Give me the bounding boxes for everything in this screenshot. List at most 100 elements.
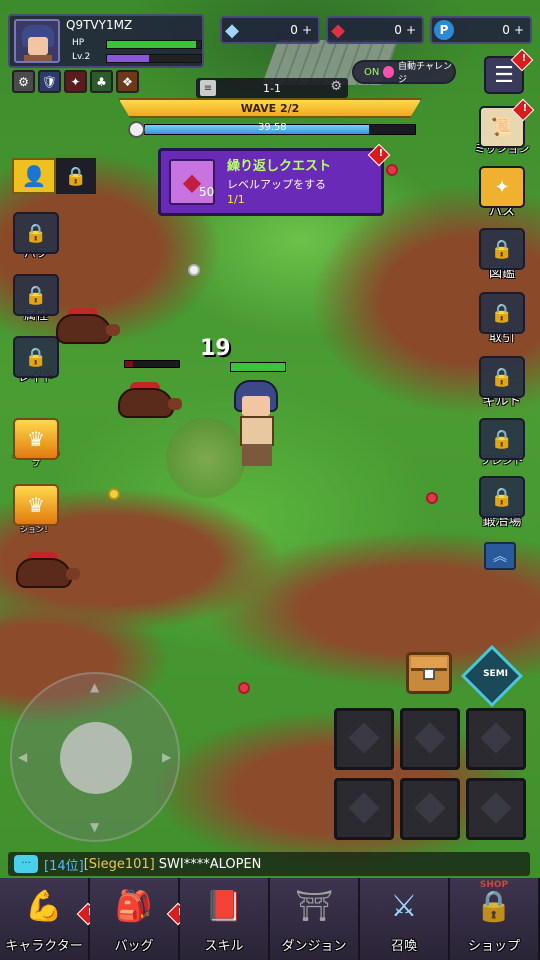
plus-icon[interactable]: + (406, 23, 416, 37)
flower (240, 684, 248, 692)
quest-description: レベルアップをする (227, 178, 326, 191)
wave-banner: WAVE 2/2 (118, 98, 422, 118)
currency-red-gem[interactable]: ◆ 0 + (326, 16, 424, 44)
lock-icon: 🔒 (479, 356, 525, 398)
nav-shop[interactable]: SHOP 🔒 ショップ (450, 878, 540, 960)
repeat-quest-panel[interactable]: ◆ 50 繰り返しクエスト レベルアップをする 1/1 (158, 143, 391, 216)
plus-icon[interactable]: + (302, 23, 312, 37)
skill-slot[interactable] (400, 708, 460, 770)
chat-rank: [14位] (44, 858, 84, 874)
arrow-left-icon: ◀ (18, 750, 28, 764)
stage-name: 1-1 (263, 81, 281, 95)
skill-slot[interactable] (466, 708, 526, 770)
player-profile[interactable]: Q9TVY1MZ HP Lv.2 (8, 14, 204, 68)
boar-enemy (56, 306, 120, 350)
nav-dungeon[interactable]: ⛩ ダンジョン (270, 878, 360, 960)
currency-value: 0 (394, 23, 402, 37)
nav-character[interactable]: 💪 キャラクター (0, 878, 100, 960)
currency-p-coin[interactable]: P 0 + (430, 16, 532, 44)
toggle-state: ON (364, 66, 380, 78)
toggle-knob (383, 66, 395, 78)
list-icon[interactable]: ≡ (200, 80, 216, 96)
skill-slot[interactable] (334, 778, 394, 840)
virtual-joystick[interactable]: ▲ ▼ ◀ ▶ (10, 672, 180, 842)
damage-number: 19 (200, 336, 231, 361)
person-icon: 👤 (21, 164, 47, 188)
bag-icon: 🎒 (115, 888, 153, 924)
right-button-friend[interactable]: 🔒 フレンド (474, 418, 530, 468)
right-button-pass[interactable]: ✦ パス (474, 166, 530, 219)
main-menu-button[interactable]: ☰ (484, 48, 534, 94)
lock-icon: 🔒 (13, 212, 59, 254)
level-label: Lv.2 (72, 52, 91, 62)
player-name: Q9TVY1MZ (66, 18, 133, 32)
lock-icon: 🔒 (13, 336, 59, 378)
muscle-arm-icon: 💪 (25, 888, 63, 924)
right-button-mission[interactable]: 📜 ミッション (474, 98, 535, 156)
avatar (14, 19, 60, 63)
side-button-buff[interactable]: 🔒 バフ (10, 212, 62, 261)
lock-icon: 🔒 (479, 292, 525, 334)
hp-label: HP (72, 38, 85, 48)
shield-buff-icon[interactable]: 🛡 (38, 70, 61, 93)
timer-value: 39.58 (258, 122, 287, 133)
chat-bar[interactable]: ··· [14位] [Siege101] SWI****ALOPEN (8, 852, 530, 876)
arrow-down-icon: ▼ (90, 820, 100, 834)
side-button-membership[interactable]: ♛ メンバーシップ (10, 418, 62, 468)
collapse-up-button[interactable]: ︽ (484, 542, 516, 570)
side-button-raid[interactable]: 🔒 レイド (10, 336, 62, 385)
beast-buff-icon[interactable]: ❖ (116, 70, 139, 93)
auto-challenge-label: 自動チャレンジ (398, 62, 452, 85)
pass-ticket-icon: ✦ (479, 166, 525, 208)
arrow-right-icon: ▶ (162, 750, 172, 764)
nav-bag[interactable]: 🎒 バッグ (90, 878, 190, 960)
right-button-guild[interactable]: 🔒 ギルド (474, 356, 530, 409)
person-tab[interactable]: 👤 (12, 158, 56, 194)
joystick-knob[interactable] (60, 722, 132, 794)
currency-value: 0 (290, 23, 298, 37)
nav-label: スキル (204, 939, 244, 954)
currency-value: 0 (502, 23, 510, 37)
attack-buff-icon[interactable]: ✦ (64, 70, 87, 93)
scroll-icon: 📜 (479, 98, 535, 148)
skill-slot[interactable] (466, 778, 526, 840)
boar-enemy (118, 380, 182, 424)
nav-skill[interactable]: 📕 スキル (180, 878, 270, 960)
hp-bar (106, 40, 202, 49)
auto-challenge-toggle[interactable]: ON 自動チャレンジ (352, 60, 456, 85)
quest-progress: 1/1 (227, 193, 245, 206)
nav-label: バッグ (114, 939, 154, 954)
p-coin-icon: P (434, 20, 454, 40)
locked-tab[interactable]: 🔒 (56, 158, 96, 194)
player-character (232, 380, 284, 470)
right-button-collection[interactable]: 🔒 図鑑 (474, 228, 530, 281)
gear-buff-icon[interactable]: ⚙ (12, 70, 35, 93)
wave-label: WAVE 2/2 (240, 101, 300, 115)
skill-slot[interactable] (400, 778, 460, 840)
leaf-buff-icon[interactable]: ♣ (90, 70, 113, 93)
lock-icon: 🔒 (479, 228, 525, 270)
treasure-chest-button[interactable] (406, 652, 452, 694)
side-button-element[interactable]: 🔒 属性 (10, 274, 62, 323)
right-button-trade[interactable]: 🔒 取引 (474, 292, 530, 345)
nav-label: ショップ (467, 939, 520, 954)
currency-blue-diamond[interactable]: ◆ 0 + (220, 16, 320, 44)
flower (110, 490, 118, 498)
chat-guild: [Siege101] (83, 856, 155, 872)
arrow-up-icon: ▲ (90, 680, 100, 694)
settings-gear-icon[interactable]: ⚙ (330, 79, 342, 94)
hamburger-icon: ☰ (494, 62, 514, 88)
right-button-forge[interactable]: 🔒 鍛冶場 (474, 476, 530, 529)
xp-bar (106, 54, 202, 63)
side-button-7day-mission[interactable]: ♛ 7日間のミッション！ (10, 484, 62, 534)
nav-summon[interactable]: ⚔ 召喚 (360, 878, 450, 960)
plus-icon[interactable]: + (514, 23, 524, 37)
flower (190, 266, 198, 274)
double-chevron-up-icon: ︽ (493, 549, 507, 565)
crown-icon: ♛ (13, 418, 59, 460)
summon-knight-icon: ⚔ (390, 888, 418, 924)
lock-icon: 🔒 (475, 888, 513, 924)
chat-bubble-icon: ··· (14, 855, 38, 873)
stage-bar: ≡ 1-1 ⚙ (196, 78, 348, 98)
skill-slot[interactable] (334, 708, 394, 770)
